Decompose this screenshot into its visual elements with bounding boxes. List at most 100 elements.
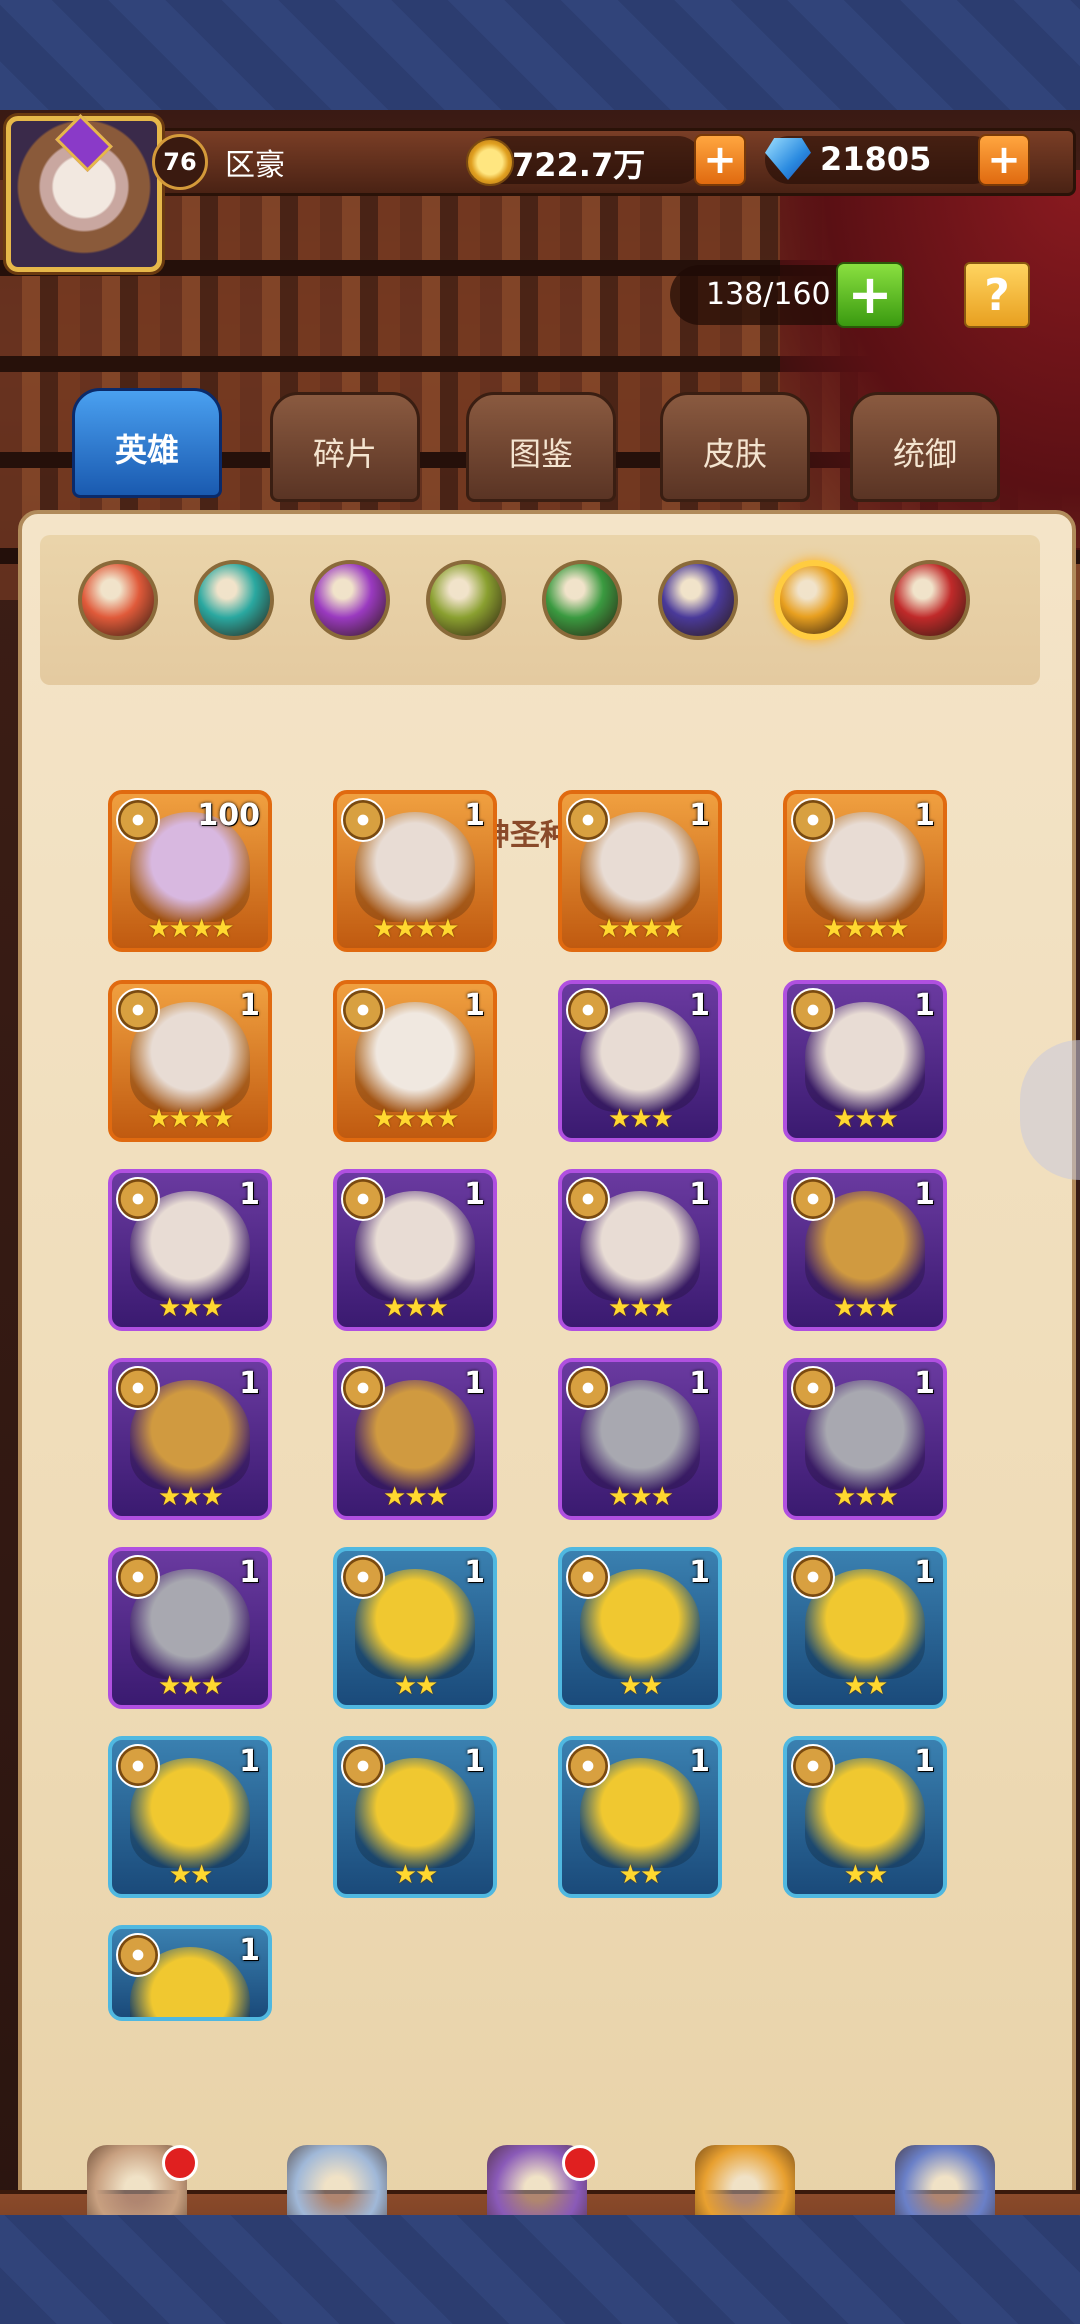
holy-faction-icon [566,1177,610,1221]
nature-faction-icon[interactable] [426,560,506,640]
all-factions-icon[interactable] [78,560,158,640]
hero-card[interactable]: 1 ★★★★ [108,980,272,1142]
hero-level: 1 [914,1744,935,1779]
expand-capacity-button[interactable]: + [836,262,904,328]
hero-card[interactable]: 1 ★★ [558,1736,722,1898]
hero-card[interactable]: 1 ★★★ [558,1358,722,1520]
nav-item-castle[interactable]: 主城 [62,2145,212,2215]
forest-faction-icon[interactable] [542,560,622,640]
hero-card[interactable]: 1 ★★★★ [333,790,497,952]
tab-skins[interactable]: 皮肤 [660,392,810,502]
hero-level: 1 [914,798,935,833]
hero-card[interactable]: 1 ★★★ [558,980,722,1142]
hero-card[interactable]: 1 ★★ [108,1736,272,1898]
hero-card[interactable]: 1 ★★★ [108,1547,272,1709]
hero-card[interactable]: 1 ★★★★ [558,790,722,952]
hero-level: 1 [464,1366,485,1401]
game-screen: 76 区豪 722.7万 + 21805 + 138/160 + ? 英雄 碎片… [0,110,1080,2215]
holy-faction-icon [341,1555,385,1599]
hero-level: 1 [239,1555,260,1590]
hero-card[interactable]: 100 ★★★★ [108,790,272,952]
hero-stars: ★★ [843,1860,889,1890]
hero-stars: ★★★ [158,1293,224,1323]
holy-faction-icon [566,1366,610,1410]
tab-codex[interactable]: 图鉴 [466,392,616,502]
hero-stars: ★★★ [833,1293,899,1323]
hero-level: 1 [914,1555,935,1590]
hero-card[interactable]: 1 ★★★★ [783,790,947,952]
nav-item-guild[interactable]: 公会 [870,2145,1020,2215]
backpack-icon [695,2145,795,2215]
notification-dot [562,2145,598,2181]
holy-faction-icon [116,1177,160,1221]
nav-item-portal[interactable]: 探险 [462,2145,612,2215]
hero-card[interactable]: 1 [108,1925,272,2021]
hero-stars: ★★★★ [147,914,234,944]
hero-level: 1 [239,1177,260,1212]
hero-level: 1 [914,1366,935,1401]
water-faction-icon[interactable] [194,560,274,640]
hero-stars: ★★★ [833,1482,899,1512]
hero-card[interactable]: 1 ★★★ [783,1169,947,1331]
dark-faction-icon[interactable] [658,560,738,640]
hero-stars: ★★★ [383,1293,449,1323]
hero-level: 100 [197,798,260,833]
hero-stars: ★★★ [608,1293,674,1323]
help-button[interactable]: ? [964,262,1030,328]
add-gold-button[interactable]: + [694,134,746,186]
hero-card[interactable]: 1 ★★ [558,1547,722,1709]
gold-coin-icon [466,138,514,186]
hero-card[interactable]: 1 ★★★ [558,1169,722,1331]
hero-card[interactable]: 1 ★★ [333,1547,497,1709]
demon-faction-icon[interactable] [890,560,970,640]
hero-stars: ★★★ [383,1482,449,1512]
hero-stars: ★★★ [608,1482,674,1512]
hero-card[interactable]: 1 ★★★ [333,1169,497,1331]
hero-card[interactable]: 1 ★★★★ [333,980,497,1142]
hero-capacity-text: 138/160 [706,277,831,312]
holy-faction-icon [791,1555,835,1599]
holy-faction-icon [791,1177,835,1221]
player-level: 76 [152,134,208,190]
hero-stars: ★★★★ [372,914,459,944]
hero-card[interactable]: 1 ★★★ [783,1358,947,1520]
guild-icon [895,2145,995,2215]
nav-item-backpack[interactable]: 背包 [670,2145,820,2215]
hero-card[interactable]: 1 ★★ [783,1547,947,1709]
holy-faction-icon [566,798,610,842]
hero-stars: ★★★★ [147,1104,234,1134]
tab-command[interactable]: 统御 [850,392,1000,502]
holy-faction-icon[interactable] [774,560,854,640]
holy-faction-icon [116,798,160,842]
hero-card[interactable]: 1 ★★★ [108,1358,272,1520]
hero-card[interactable]: 1 ★★★ [783,980,947,1142]
holy-faction-icon [566,1555,610,1599]
gold-amount: 722.7万 [512,146,646,184]
nav-item-hero[interactable]: 英雄 [262,2145,412,2215]
hero-stars: ★★ [618,1671,664,1701]
add-gems-button[interactable]: + [978,134,1030,186]
player-avatar[interactable] [6,114,162,272]
holy-faction-icon [566,988,610,1032]
hero-level: 1 [239,1744,260,1779]
holy-faction-icon [341,1744,385,1788]
hero-stars: ★★★ [158,1671,224,1701]
hero-level: 1 [689,798,710,833]
gem-amount: 21805 [820,140,932,178]
hero-level: 1 [239,1366,260,1401]
hero-level: 1 [464,1744,485,1779]
shadow-faction-icon[interactable] [310,560,390,640]
tab-heroes[interactable]: 英雄 [72,388,222,498]
hero-card[interactable]: 1 ★★★ [333,1358,497,1520]
holy-faction-icon [791,798,835,842]
hero-stars: ★★★ [608,1104,674,1134]
holy-faction-icon [341,1366,385,1410]
hero-card[interactable]: 1 ★★ [333,1736,497,1898]
tab-fragments[interactable]: 碎片 [270,392,420,502]
holy-faction-icon [791,1744,835,1788]
hero-card[interactable]: 1 ★★ [783,1736,947,1898]
hero-card[interactable]: 1 ★★★ [108,1169,272,1331]
holy-faction-icon [116,988,160,1032]
hero-level: 1 [689,1744,710,1779]
crown-icon [55,114,113,172]
